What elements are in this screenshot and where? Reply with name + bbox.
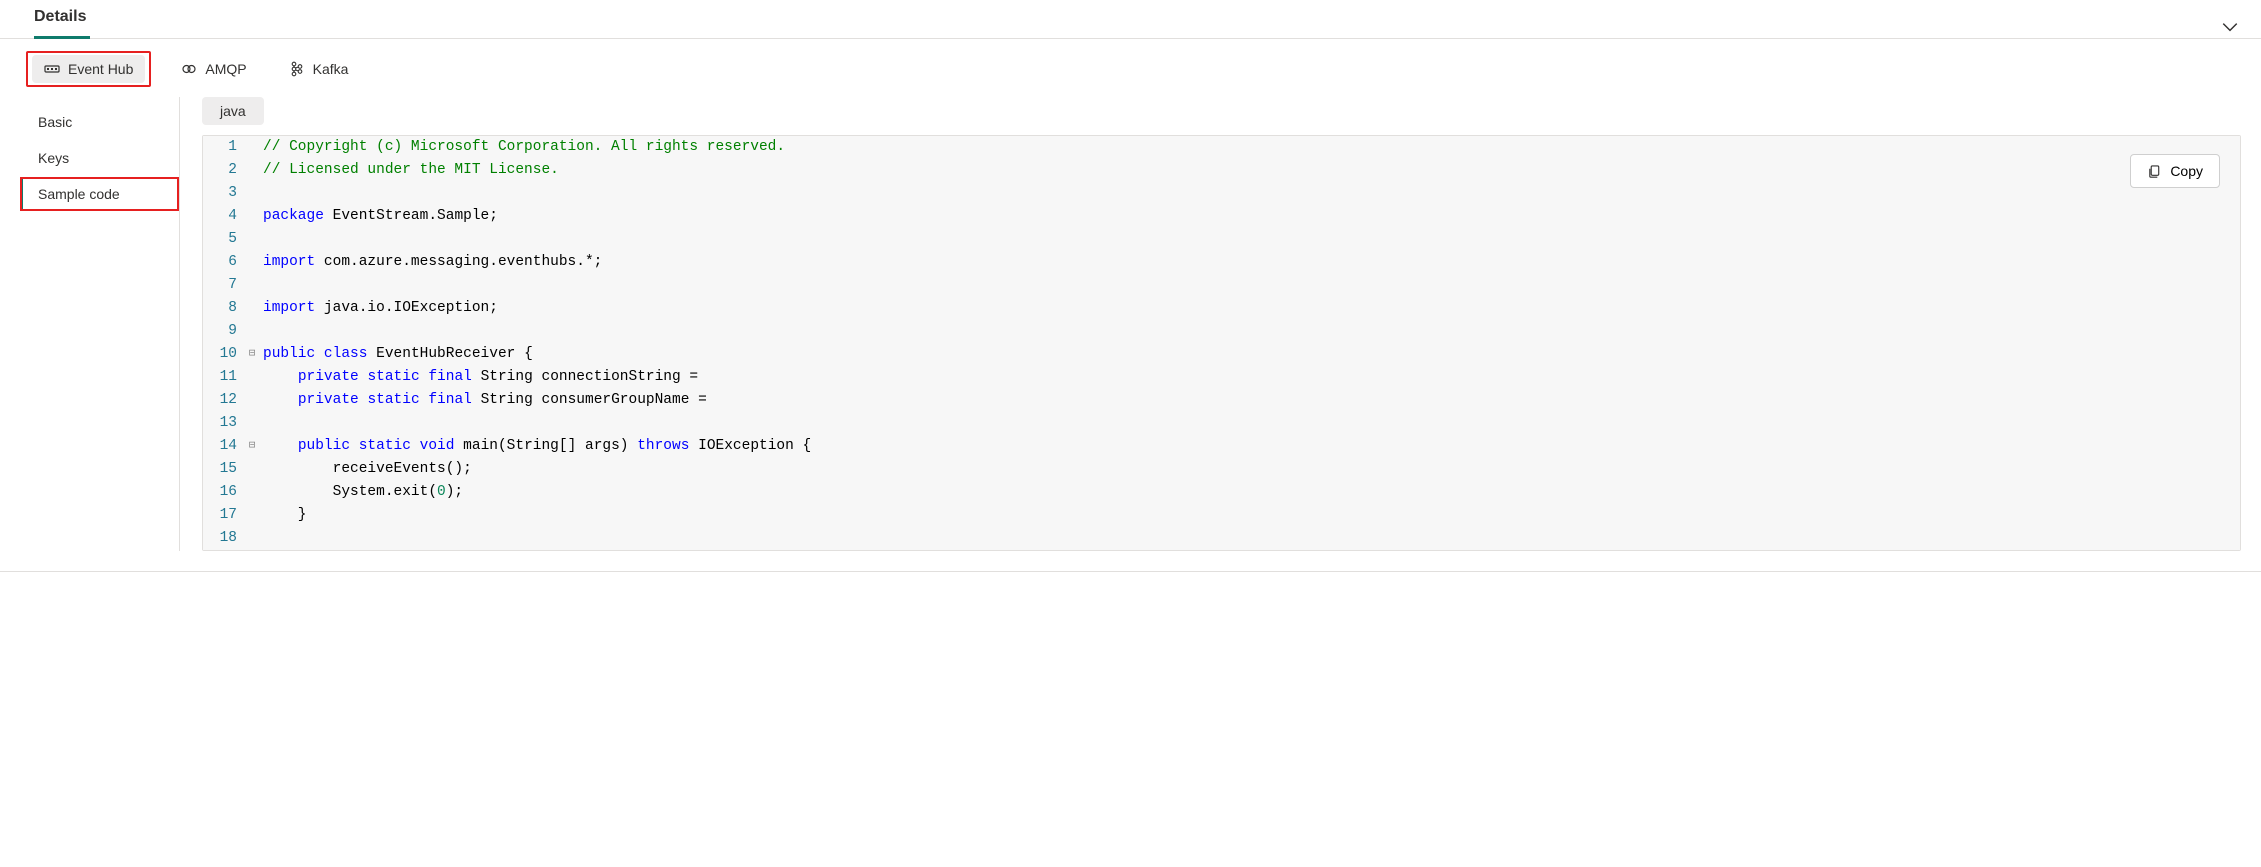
code-line: 13	[203, 412, 2240, 435]
line-number: 3	[203, 182, 245, 205]
line-number: 1	[203, 136, 245, 159]
panel-header: Details	[0, 0, 2261, 39]
code-line: 2 // Licensed under the MIT License.	[203, 159, 2240, 182]
line-number: 9	[203, 320, 245, 343]
code-content: }	[259, 504, 2240, 527]
fold-toggle	[245, 366, 259, 389]
fold-toggle	[245, 251, 259, 274]
fold-toggle	[245, 136, 259, 159]
code-content: private static final String connectionSt…	[259, 366, 2240, 389]
code-content: package EventStream.Sample;	[259, 205, 2240, 228]
code-line: 4 package EventStream.Sample;	[203, 205, 2240, 228]
fold-toggle	[245, 274, 259, 297]
line-number: 4	[203, 205, 245, 228]
line-number: 8	[203, 297, 245, 320]
fold-toggle	[245, 412, 259, 435]
code-line: 16 System.exit(0);	[203, 481, 2240, 504]
side-nav: Basic Keys Sample code	[20, 97, 180, 551]
code-content: import java.io.IOException;	[259, 297, 2240, 320]
fold-toggle	[245, 297, 259, 320]
language-tab-java[interactable]: java	[202, 97, 264, 125]
highlight-event-hub: Event Hub	[26, 51, 151, 87]
code-content: // Copyright (c) Microsoft Corporation. …	[259, 136, 2240, 159]
code-content: private static final String consumerGrou…	[259, 389, 2240, 412]
code-content	[259, 412, 2240, 435]
code-content: import com.azure.messaging.eventhubs.*;	[259, 251, 2240, 274]
code-line: 18	[203, 527, 2240, 550]
code-content: receiveEvents();	[259, 458, 2240, 481]
code-line: 1 // Copyright (c) Microsoft Corporation.…	[203, 136, 2240, 159]
panel-title: Details	[34, 8, 90, 39]
code-line: 5	[203, 228, 2240, 251]
line-number: 17	[203, 504, 245, 527]
line-number: 15	[203, 458, 245, 481]
code-line: 12 private static final String consumerG…	[203, 389, 2240, 412]
chevron-down-icon[interactable]	[2221, 18, 2239, 36]
fold-toggle	[245, 504, 259, 527]
details-panel: Details Event Hub AMQP Kafka	[0, 0, 2261, 572]
content-row: Basic Keys Sample code java Copy 1 // Cop…	[0, 97, 2261, 571]
code-line: 7	[203, 274, 2240, 297]
code-content	[259, 274, 2240, 297]
fold-toggle	[245, 527, 259, 550]
line-number: 6	[203, 251, 245, 274]
protocol-label: Event Hub	[68, 61, 133, 77]
fold-toggle[interactable]: ⊟	[245, 343, 259, 366]
code-content: public static void main(String[] args) t…	[259, 435, 2240, 458]
code-content	[259, 527, 2240, 550]
line-number: 13	[203, 412, 245, 435]
copy-label: Copy	[2170, 163, 2203, 179]
fold-toggle	[245, 228, 259, 251]
main-area: java Copy 1 // Copyright (c) Microsoft Co…	[180, 97, 2241, 551]
protocol-tab-amqp[interactable]: AMQP	[169, 55, 258, 83]
fold-toggle	[245, 481, 259, 504]
code-content: System.exit(0);	[259, 481, 2240, 504]
code-line: 10⊟public class EventHubReceiver {	[203, 343, 2240, 366]
protocol-toolbar: Event Hub AMQP Kafka	[0, 39, 2261, 97]
line-number: 18	[203, 527, 245, 550]
sidebar-item-basic[interactable]: Basic	[20, 105, 179, 139]
line-number: 14	[203, 435, 245, 458]
fold-toggle	[245, 458, 259, 481]
line-number: 12	[203, 389, 245, 412]
protocol-label: Kafka	[313, 61, 349, 77]
copy-icon	[2147, 164, 2162, 179]
sidebar-item-keys[interactable]: Keys	[20, 141, 179, 175]
code-line: 9	[203, 320, 2240, 343]
line-number: 7	[203, 274, 245, 297]
fold-toggle	[245, 205, 259, 228]
code-content	[259, 320, 2240, 343]
code-content: public class EventHubReceiver {	[259, 343, 2240, 366]
code-content	[259, 228, 2240, 251]
event-hub-icon	[44, 61, 60, 77]
line-number: 11	[203, 366, 245, 389]
code-content	[259, 182, 2240, 205]
code-line: 11 private static final String connectio…	[203, 366, 2240, 389]
code-line: 6 import com.azure.messaging.eventhubs.*;	[203, 251, 2240, 274]
fold-toggle	[245, 389, 259, 412]
amqp-icon	[181, 61, 197, 77]
fold-toggle	[245, 182, 259, 205]
code-line: 14⊟ public static void main(String[] arg…	[203, 435, 2240, 458]
line-number: 2	[203, 159, 245, 182]
sidebar-item-sample-code[interactable]: Sample code	[20, 177, 179, 211]
fold-toggle[interactable]: ⊟	[245, 435, 259, 458]
protocol-tab-kafka[interactable]: Kafka	[277, 55, 361, 83]
code-viewer: Copy 1 // Copyright (c) Microsoft Corpora…	[202, 135, 2241, 551]
line-number: 5	[203, 228, 245, 251]
code-content: // Licensed under the MIT License.	[259, 159, 2240, 182]
protocol-tab-event-hub[interactable]: Event Hub	[32, 55, 145, 83]
protocol-label: AMQP	[205, 61, 246, 77]
copy-button[interactable]: Copy	[2130, 154, 2220, 188]
code-line: 17 }	[203, 504, 2240, 527]
fold-toggle	[245, 159, 259, 182]
line-number: 10	[203, 343, 245, 366]
code-line: 15 receiveEvents();	[203, 458, 2240, 481]
kafka-icon	[289, 61, 305, 77]
code-table: 1 // Copyright (c) Microsoft Corporation.…	[203, 136, 2240, 550]
code-line: 8 import java.io.IOException;	[203, 297, 2240, 320]
code-line: 3	[203, 182, 2240, 205]
line-number: 16	[203, 481, 245, 504]
fold-toggle	[245, 320, 259, 343]
